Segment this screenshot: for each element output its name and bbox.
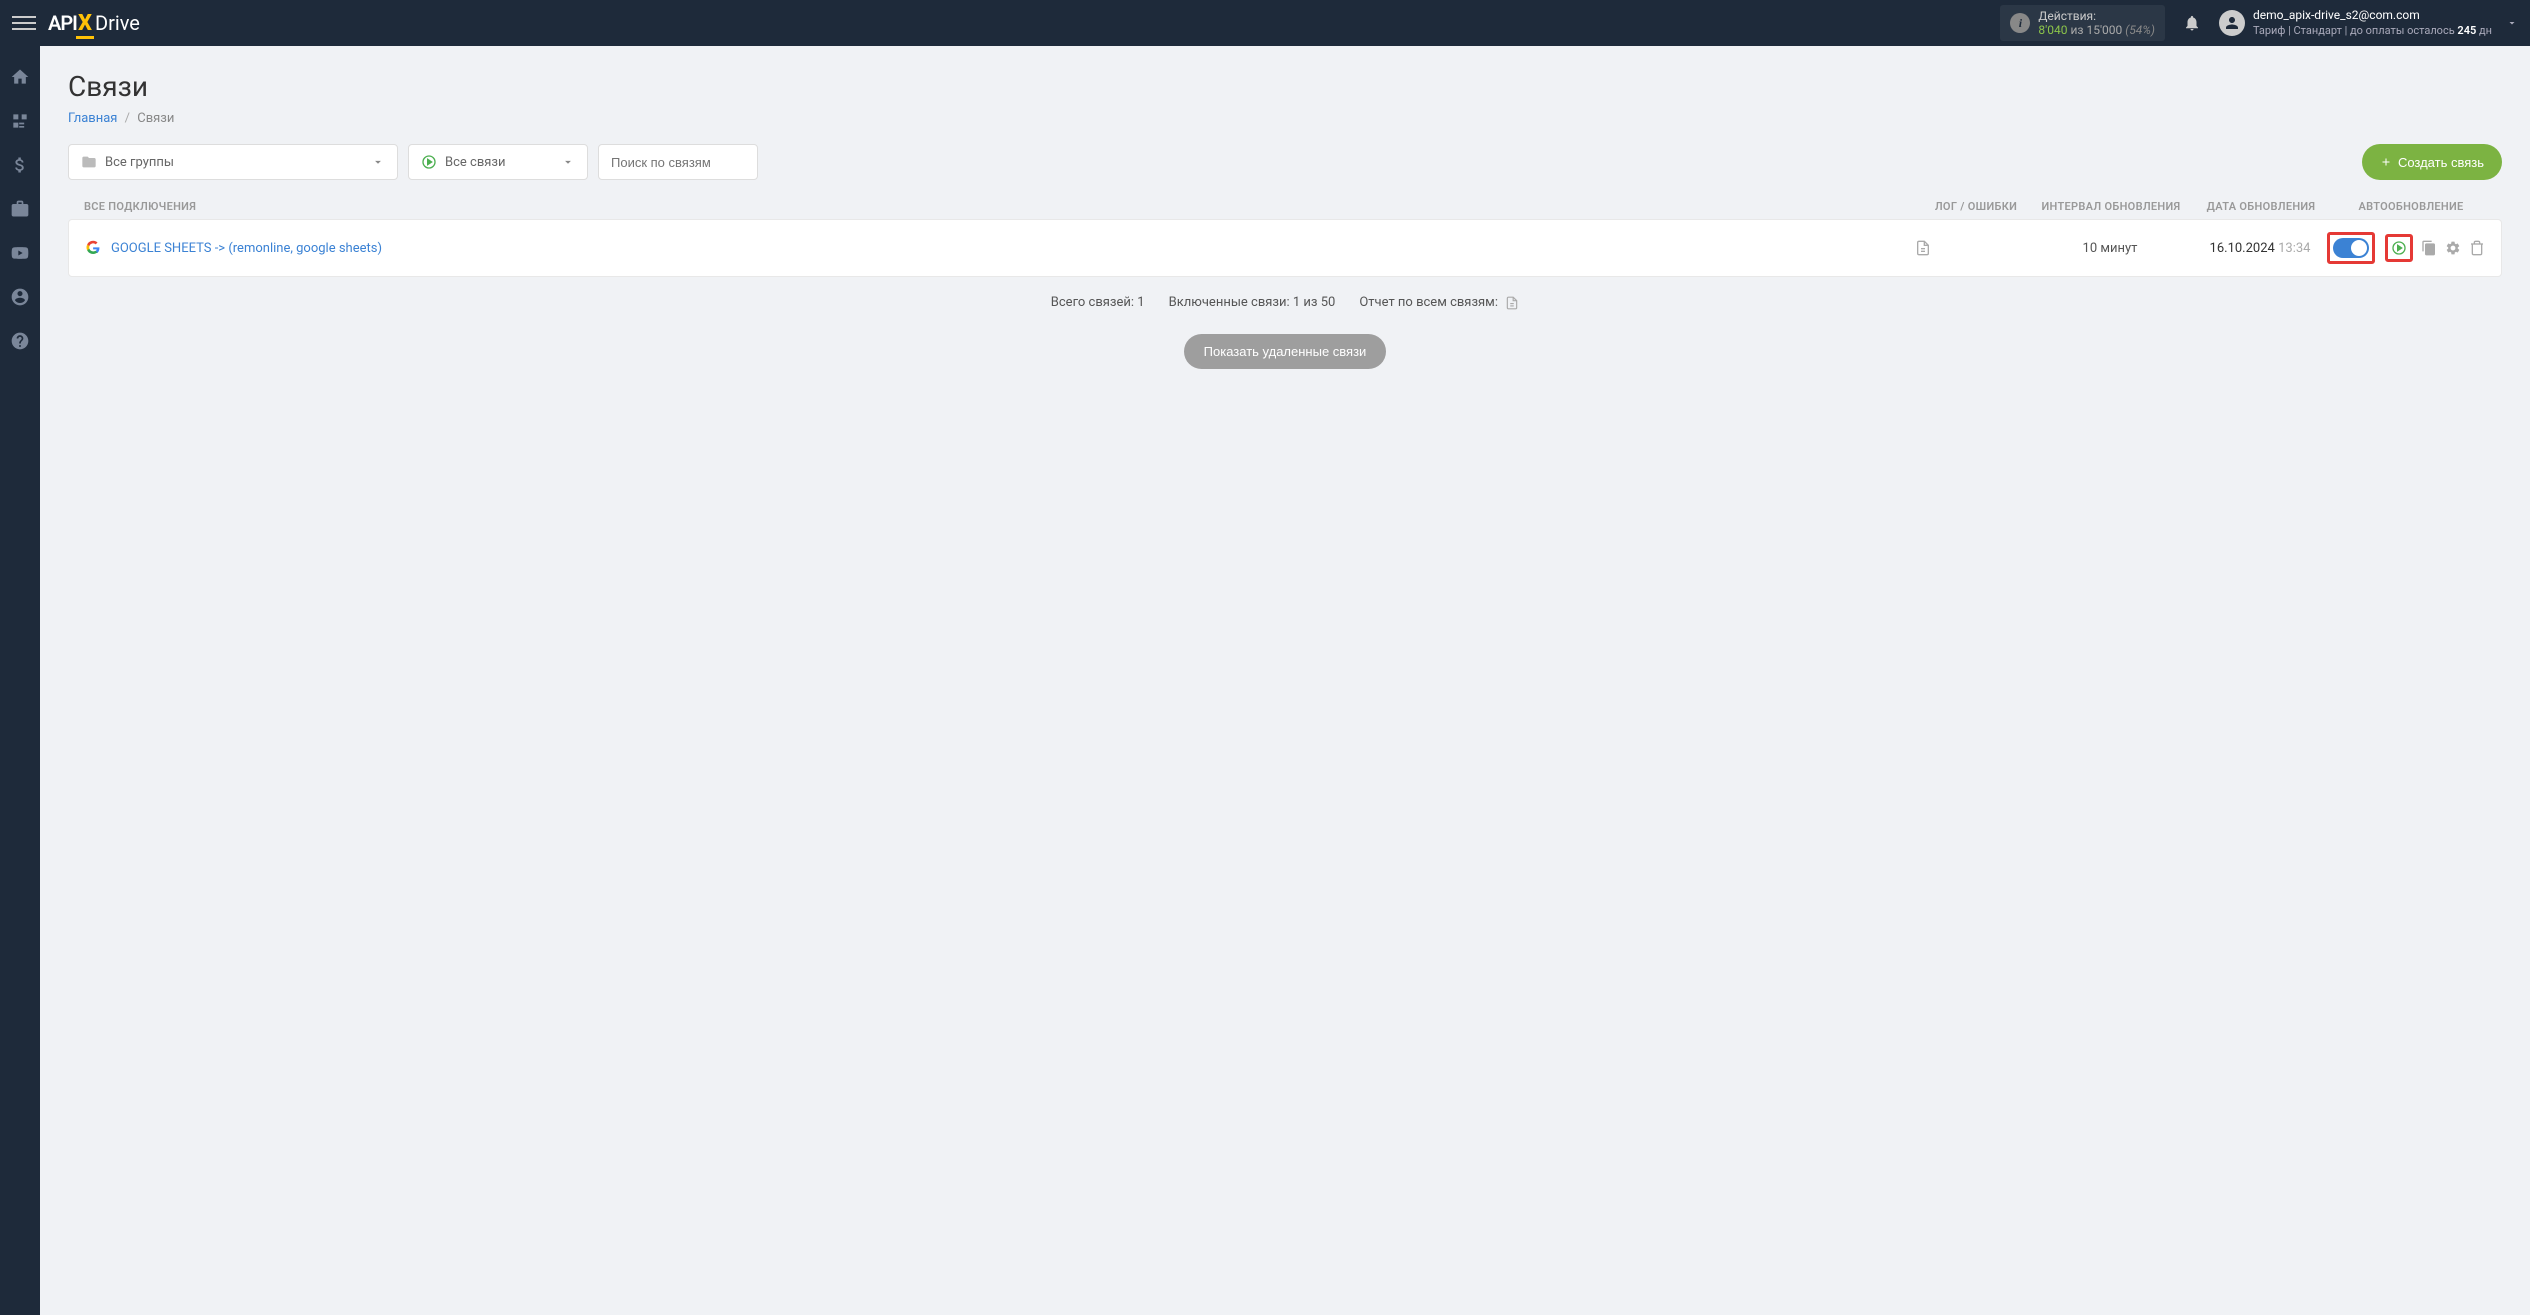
document-icon[interactable] — [1915, 240, 2035, 256]
search-box[interactable] — [598, 144, 758, 180]
google-icon — [85, 240, 101, 256]
user-email: demo_apix-drive_s2@com.com — [2253, 8, 2492, 24]
chevron-down-icon — [371, 155, 385, 169]
connection-link[interactable]: GOOGLE SHEETS -> (remonline, google shee… — [111, 241, 382, 256]
document-icon[interactable] — [1505, 296, 1519, 310]
info-icon: i — [2010, 13, 2030, 33]
chevron-down-icon — [561, 155, 575, 169]
user-menu[interactable]: demo_apix-drive_s2@com.com Тариф | Станд… — [2219, 8, 2518, 38]
sidebar-briefcase[interactable] — [9, 198, 31, 220]
topbar: APIXDrive i Действия: 8'040 из 15'000 (5… — [0, 0, 2530, 46]
sidebar-youtube[interactable] — [9, 242, 31, 264]
connections-select-label: Все связи — [445, 155, 506, 170]
col-header-auto: АВТООБНОВЛЕНИЕ — [2336, 200, 2486, 213]
gear-icon[interactable] — [2445, 240, 2461, 256]
menu-toggle-icon[interactable] — [12, 11, 36, 35]
page-title: Связи — [68, 70, 2502, 103]
auto-update-toggle[interactable] — [2333, 238, 2369, 258]
show-deleted-button[interactable]: Показать удаленные связи — [1184, 334, 1387, 369]
highlight-run — [2385, 234, 2413, 262]
groups-select[interactable]: Все группы — [68, 144, 398, 180]
bell-icon[interactable] — [2183, 14, 2201, 32]
chevron-down-icon — [2506, 17, 2518, 29]
user-avatar-icon — [2219, 10, 2245, 36]
plus-icon — [2380, 156, 2392, 168]
connections-select[interactable]: Все связи — [408, 144, 588, 180]
trash-icon[interactable] — [2469, 240, 2485, 256]
logo[interactable]: APIXDrive — [48, 11, 140, 36]
breadcrumb-home[interactable]: Главная — [68, 111, 117, 126]
play-circle-icon[interactable] — [2391, 240, 2407, 256]
table-header: ВСЕ ПОДКЛЮЧЕНИЯ ЛОГ / ОШИБКИ ИНТЕРВАЛ ОБ… — [68, 194, 2502, 219]
create-button-label: Создать связь — [2398, 155, 2484, 170]
summary-row: Всего связей: 1 Включенные связи: 1 из 5… — [68, 295, 2502, 310]
breadcrumb: Главная / Связи — [68, 111, 2502, 126]
main-content: Связи Главная / Связи Все группы Все свя… — [40, 46, 2530, 393]
col-header-log: ЛОГ / ОШИБКИ — [1916, 200, 2036, 213]
folder-icon — [81, 154, 97, 170]
logo-api: API — [48, 11, 77, 35]
logo-drive: Drive — [95, 11, 140, 35]
summary-total: Всего связей: 1 — [1051, 295, 1145, 310]
play-circle-icon — [421, 154, 437, 170]
date-value: 16.10.2024 13:34 — [2185, 241, 2335, 256]
user-tariff: Тариф | Стандарт | до оплаты осталось 24… — [2253, 24, 2492, 38]
col-header-date: ДАТА ОБНОВЛЕНИЯ — [2186, 200, 2336, 213]
highlight-toggle — [2327, 232, 2375, 264]
sidebar-connections[interactable] — [9, 110, 31, 132]
summary-report: Отчет по всем связям: — [1359, 295, 1519, 310]
search-input[interactable] — [611, 155, 745, 170]
copy-icon[interactable] — [2421, 240, 2437, 256]
logo-x: X — [78, 11, 92, 36]
actions-usage-box[interactable]: i Действия: 8'040 из 15'000 (54%) — [2000, 5, 2165, 41]
sidebar-home[interactable] — [9, 66, 31, 88]
sidebar-profile[interactable] — [9, 286, 31, 308]
breadcrumb-current: Связи — [137, 111, 174, 126]
summary-enabled: Включенные связи: 1 из 50 — [1169, 295, 1336, 310]
sidebar-help[interactable] — [9, 330, 31, 352]
filters-row: Все группы Все связи Создать связь — [68, 144, 2502, 180]
interval-value: 10 минут — [2035, 241, 2185, 256]
connection-row: GOOGLE SHEETS -> (remonline, google shee… — [68, 219, 2502, 277]
groups-select-label: Все группы — [105, 155, 174, 170]
sidebar-billing[interactable] — [9, 154, 31, 176]
actions-label: Действия: — [2038, 9, 2155, 23]
col-header-name: ВСЕ ПОДКЛЮЧЕНИЯ — [84, 200, 1916, 213]
sidebar — [0, 46, 40, 1315]
create-connection-button[interactable]: Создать связь — [2362, 144, 2502, 180]
actions-usage: 8'040 из 15'000 (54%) — [2038, 23, 2155, 37]
col-header-interval: ИНТЕРВАЛ ОБНОВЛЕНИЯ — [2036, 200, 2186, 213]
